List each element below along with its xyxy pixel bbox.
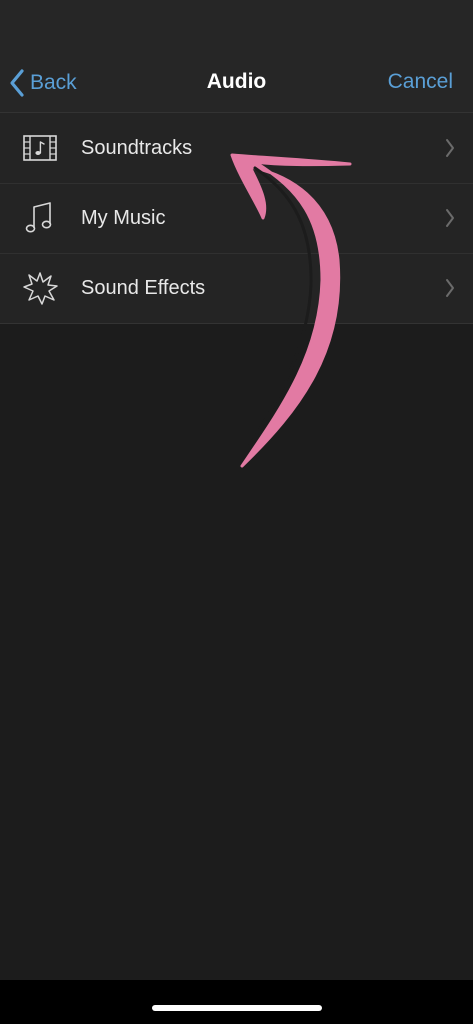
list-item-label: Sound Effects bbox=[81, 276, 206, 299]
list-item-label: My Music bbox=[81, 206, 166, 229]
music-note-icon bbox=[20, 198, 60, 238]
home-indicator-area bbox=[0, 980, 473, 1024]
chevron-right-icon bbox=[445, 138, 455, 163]
status-bar bbox=[0, 0, 473, 50]
cancel-button[interactable]: Cancel bbox=[388, 70, 453, 94]
screen: Back Audio Cancel Soundtracks My Music S… bbox=[0, 0, 473, 1024]
navigation-bar: Back Audio Cancel bbox=[0, 50, 473, 113]
list-item-label: Soundtracks bbox=[81, 136, 193, 159]
starburst-icon bbox=[20, 268, 60, 308]
home-indicator[interactable] bbox=[152, 1005, 322, 1011]
list-item-sound-effects[interactable]: Sound Effects bbox=[0, 253, 473, 323]
list-item-my-music[interactable]: My Music bbox=[0, 183, 473, 253]
audio-source-list: Soundtracks My Music Sound Effects bbox=[0, 113, 473, 324]
list-item-soundtracks[interactable]: Soundtracks bbox=[0, 113, 473, 183]
film-music-icon bbox=[20, 128, 60, 168]
chevron-right-icon bbox=[445, 208, 455, 233]
chevron-right-icon bbox=[445, 278, 455, 303]
